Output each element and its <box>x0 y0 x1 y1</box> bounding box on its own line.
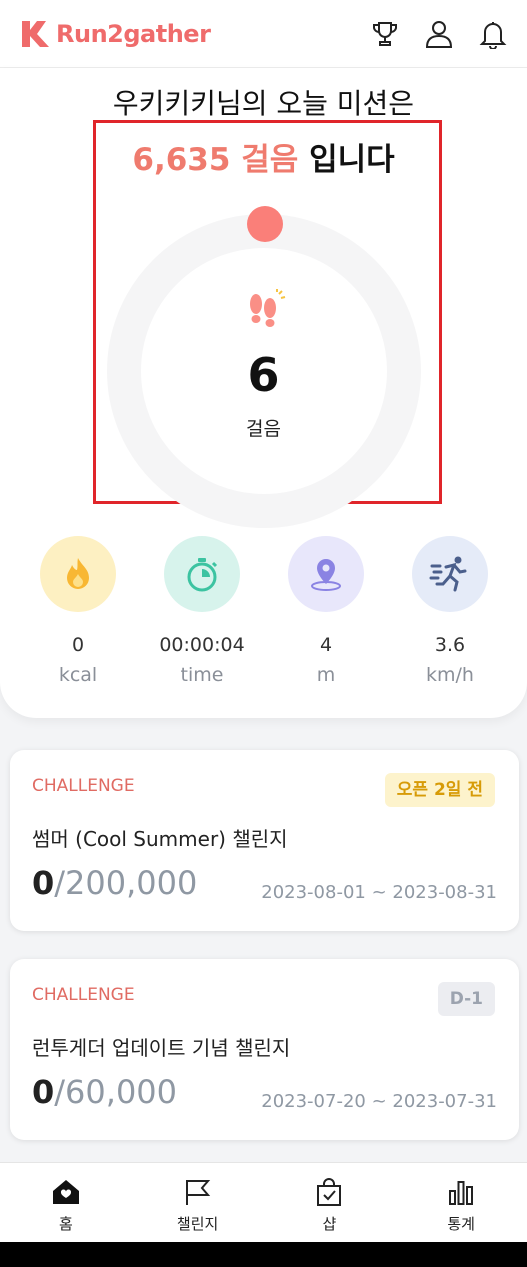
challenge-progress: 0/200,000 <box>32 864 197 902</box>
nav-item-shop[interactable]: 샵 <box>264 1163 396 1242</box>
system-nav-bar <box>0 1242 527 1267</box>
app-root: Run2gather 우키키키님의 오늘 미션은 6,635 걸음 입니다 6 … <box>0 0 527 1267</box>
challenge-card[interactable]: CHALLENGE 오픈 2일 전 썸머 (Cool Summer) 챌린지 0… <box>10 750 519 931</box>
logo-text: Run2gather <box>56 19 211 48</box>
challenge-current: 0 <box>32 1073 55 1111</box>
stat-distance: 4 m <box>264 536 388 686</box>
header-actions <box>369 18 509 50</box>
challenge-status-badge: 오픈 2일 전 <box>384 773 495 807</box>
progress-indicator-dot <box>247 206 283 242</box>
challenge-name: 런투게더 업데이트 기념 챌린지 <box>32 1036 291 1060</box>
challenge-status-badge: D-1 <box>437 982 495 1016</box>
shopping-bag-icon <box>317 1178 342 1206</box>
challenge-goal: /200,000 <box>54 864 198 902</box>
mission-title: 우키키키님의 오늘 미션은 <box>112 87 415 120</box>
home-icon <box>52 1180 79 1204</box>
challenge-current: 0 <box>32 864 55 902</box>
nav-label: 통계 <box>447 1215 475 1233</box>
challenge-name: 썸머 (Cool Summer) 챌린지 <box>32 827 288 851</box>
stat-unit: km/h <box>426 664 474 686</box>
step-goal: 6,635 걸음 입니다 <box>0 134 527 179</box>
challenge-dates: 2023-07-20 ~ 2023-07-31 <box>261 1091 497 1112</box>
challenge-card[interactable]: CHALLENGE D-1 런투게더 업데이트 기념 챌린지 0/60,000 … <box>10 959 519 1140</box>
trophy-icon[interactable] <box>369 18 401 50</box>
stat-calories: 0 kcal <box>16 536 140 686</box>
footprints-icon <box>250 289 286 327</box>
nav-label: 샵 <box>322 1215 337 1233</box>
stat-value: 00:00:04 <box>159 634 245 656</box>
profile-icon[interactable] <box>423 18 455 50</box>
nav-label: 홈 <box>58 1215 73 1233</box>
nav-item-home[interactable]: 홈 <box>0 1163 132 1242</box>
challenge-tag: CHALLENGE <box>32 985 135 1005</box>
location-pin-icon <box>288 536 364 612</box>
stat-value: 4 <box>319 634 333 656</box>
nav-label: 챌린지 <box>176 1215 219 1233</box>
mission-card: 우키키키님의 오늘 미션은 6,635 걸음 입니다 6 걸음 0 kcal 0… <box>0 68 527 718</box>
step-goal-number: 6,635 걸음 <box>132 142 299 178</box>
runner-icon <box>412 536 488 612</box>
nav-item-stats[interactable]: 통계 <box>395 1163 527 1242</box>
nav-item-challenge[interactable]: 챌린지 <box>132 1163 264 1242</box>
stopwatch-icon <box>164 536 240 612</box>
flame-icon <box>40 536 116 612</box>
stat-unit: m <box>316 664 336 686</box>
logo-mark-icon <box>22 20 49 47</box>
challenge-progress: 0/60,000 <box>32 1073 177 1111</box>
stat-value: 0 <box>71 634 85 656</box>
bottom-nav: 홈 챌린지 샵 통계 <box>0 1162 527 1242</box>
stat-unit: kcal <box>58 664 98 686</box>
bar-chart-icon <box>449 1181 474 1205</box>
challenge-tag: CHALLENGE <box>32 776 135 796</box>
step-goal-suffix: 입니다 <box>309 142 395 178</box>
stat-time: 00:00:04 time <box>140 536 264 686</box>
challenge-dates: 2023-08-01 ~ 2023-08-31 <box>261 882 497 903</box>
stat-value: 3.6 <box>434 634 466 656</box>
stat-speed: 3.6 km/h <box>388 536 512 686</box>
current-step-count: 6 <box>247 348 280 402</box>
logo[interactable]: Run2gather <box>18 18 211 50</box>
top-header: Run2gather <box>0 0 527 68</box>
challenge-goal: /60,000 <box>54 1073 178 1111</box>
bell-icon[interactable] <box>477 18 509 50</box>
stat-unit: time <box>180 664 224 686</box>
stats-row: 0 kcal 00:00:04 time 4 m 3.6 km/h <box>0 536 527 686</box>
step-unit-label: 걸음 <box>246 418 281 440</box>
flag-icon <box>185 1180 210 1205</box>
